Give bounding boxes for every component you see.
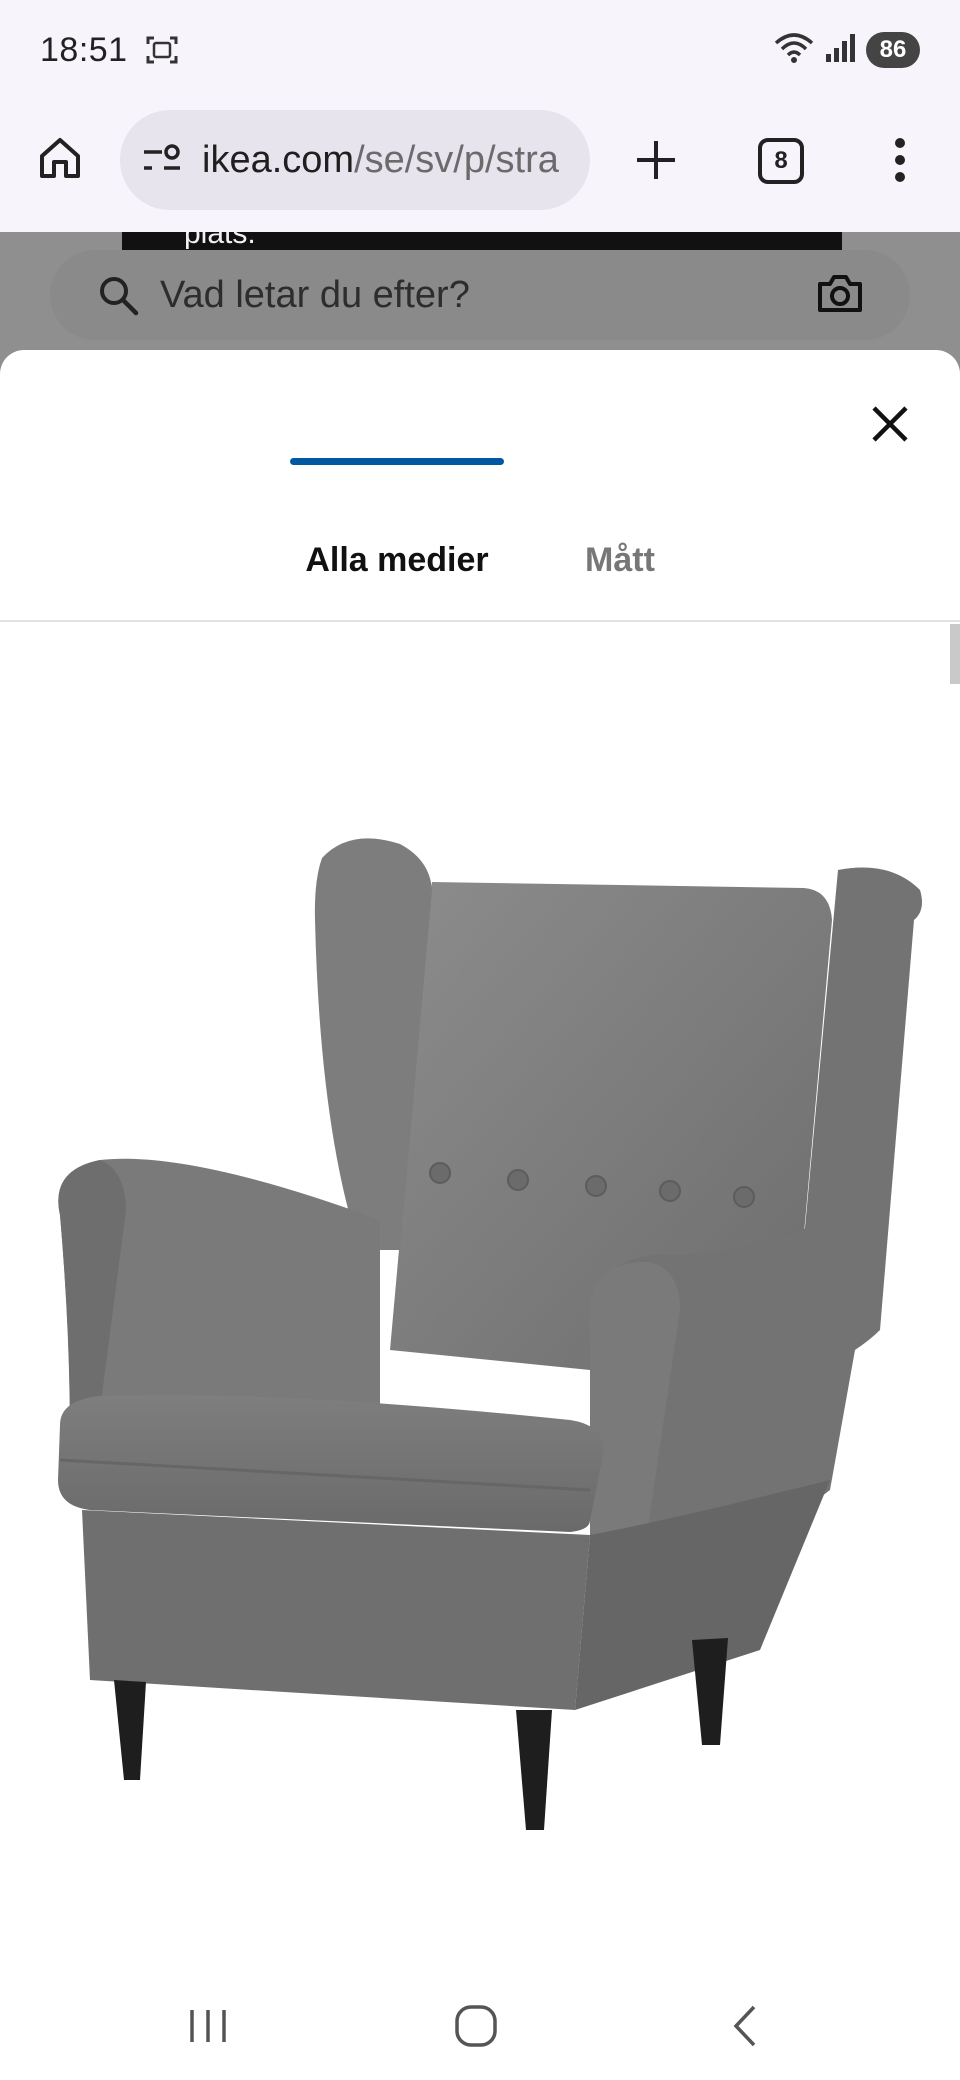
search-placeholder: Vad letar du efter? xyxy=(160,273,470,316)
status-icons: 86 xyxy=(772,31,920,70)
address-bar[interactable]: ikea.com/se/sv/p/stra xyxy=(120,110,590,210)
product-image[interactable] xyxy=(30,830,950,1850)
tab-switcher-button[interactable]: 8 xyxy=(758,138,804,184)
close-icon xyxy=(872,406,908,442)
more-vert-icon xyxy=(895,138,905,182)
url-host: ikea.com xyxy=(202,138,355,181)
site-settings-icon[interactable] xyxy=(140,138,184,182)
wifi-icon xyxy=(772,31,816,70)
status-bar: 18:51 86 xyxy=(0,0,960,100)
browser-menu-button[interactable] xyxy=(880,132,920,188)
browser-home-button[interactable] xyxy=(32,130,88,186)
scrollbar[interactable] xyxy=(950,624,960,684)
status-time: 18:51 xyxy=(40,30,128,69)
tab-all-media[interactable]: Alla medier xyxy=(290,500,504,620)
page: 18:51 86 ikea.com/se/sv/p/stra 8 plats. … xyxy=(0,0,960,2080)
tab-dimensions[interactable]: Mått xyxy=(560,500,680,620)
plus-icon xyxy=(637,141,675,179)
camera-search-icon xyxy=(816,272,864,319)
recent-apps-icon xyxy=(190,2010,226,2042)
toast-text: plats. xyxy=(184,232,256,250)
search-icon xyxy=(100,277,139,316)
recent-apps-button[interactable] xyxy=(178,1996,238,2056)
url-path: /se/sv/p/stra xyxy=(354,138,559,181)
new-tab-button[interactable] xyxy=(628,132,684,188)
system-home-button[interactable] xyxy=(446,1996,506,2056)
system-navigation-bar xyxy=(0,1970,960,2080)
home-icon xyxy=(40,138,80,178)
system-back-button[interactable] xyxy=(716,1996,776,2056)
active-tab-indicator xyxy=(290,458,504,465)
close-button[interactable] xyxy=(862,396,918,452)
browser-toolbar: ikea.com/se/sv/p/stra 8 xyxy=(0,100,960,232)
url-text: ikea.com/se/sv/p/stra xyxy=(202,139,559,182)
screenshot-icon xyxy=(144,32,180,68)
signal-icon xyxy=(824,32,858,69)
back-icon xyxy=(733,2005,756,2047)
home-circle-icon xyxy=(455,2005,497,2047)
media-tabs: Alla medier Mått xyxy=(0,500,960,622)
battery-indicator: 86 xyxy=(866,32,920,68)
site-search-bar: Vad letar du efter? xyxy=(50,250,910,340)
